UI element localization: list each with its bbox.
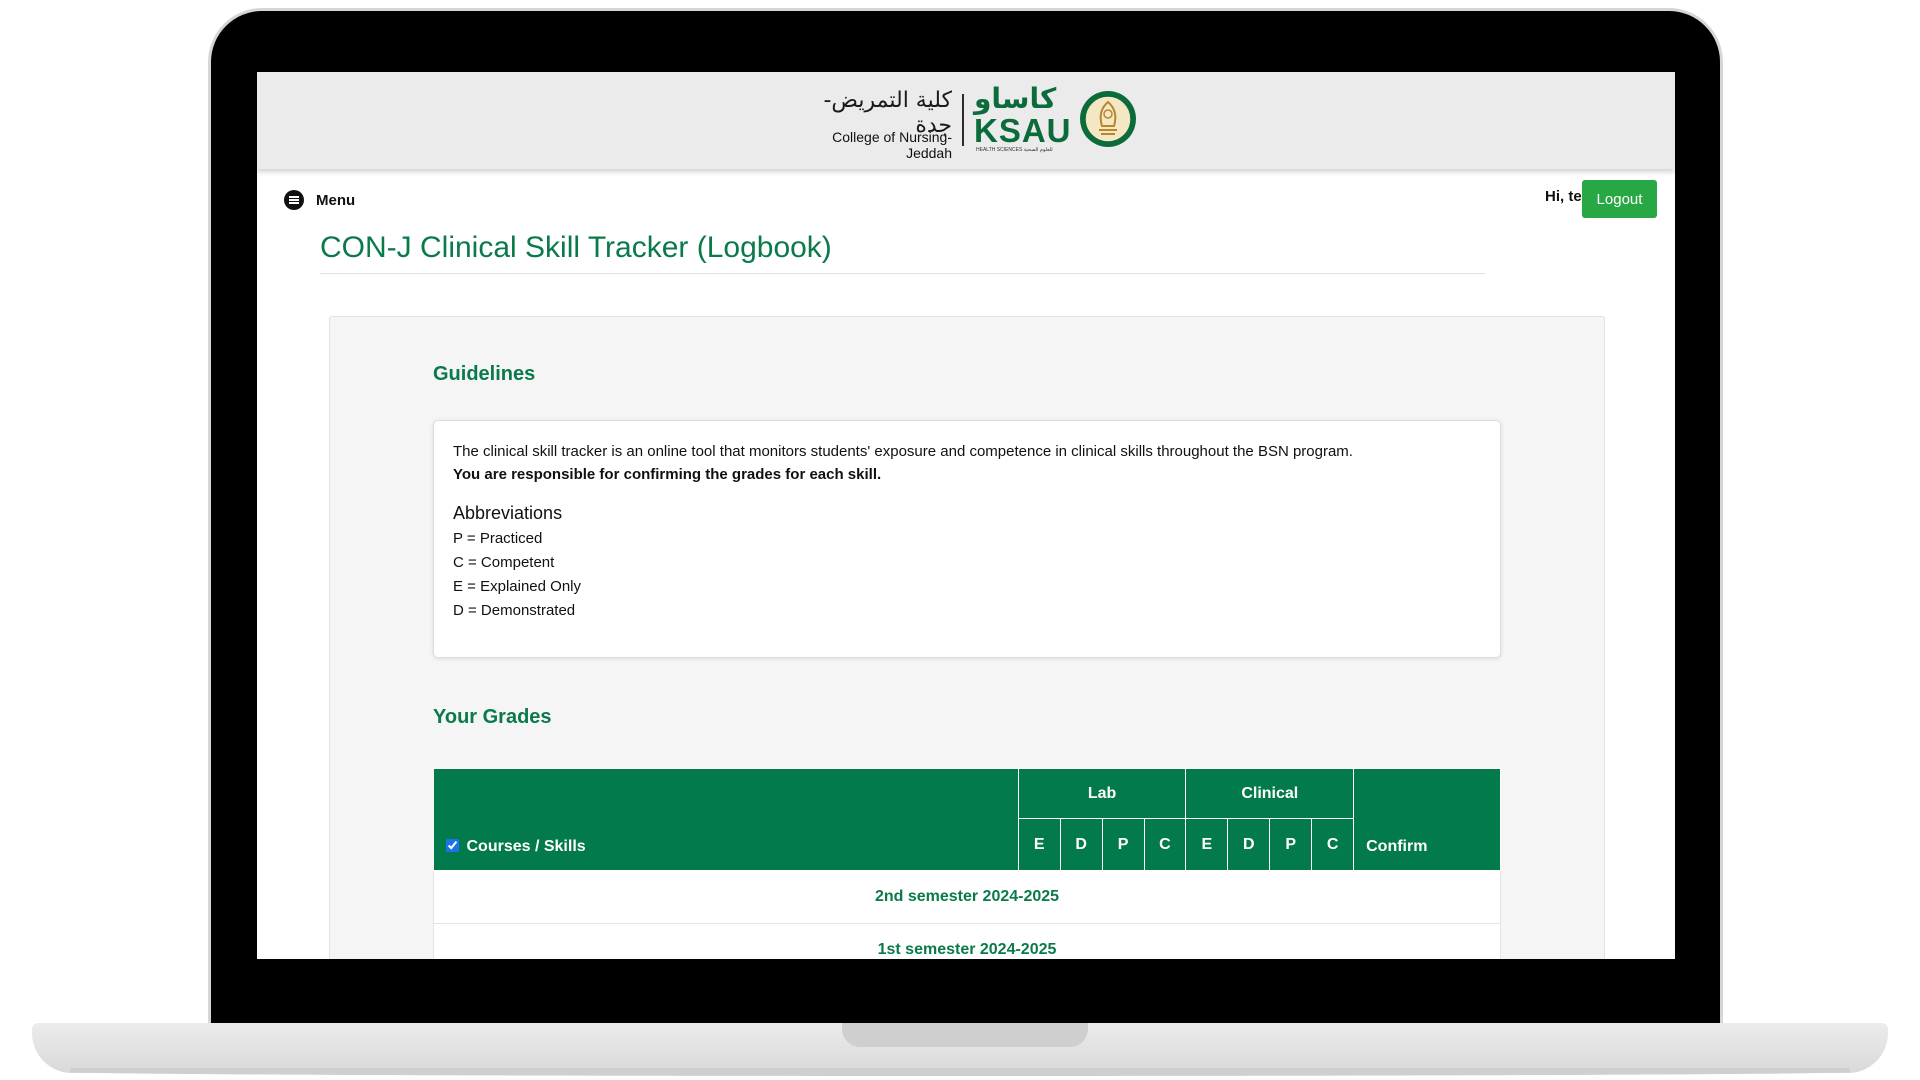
ksau-subtitle: HEALTH SCIENCES للعلوم الصحية	[976, 147, 1053, 153]
guidelines-intro: The clinical skill tracker is an online …	[453, 443, 1353, 460]
semester-label[interactable]: 1st semester 2024-2025	[433, 923, 1501, 959]
lab-c-header: C	[1143, 818, 1187, 871]
main-card: Guidelines The clinical skill tracker is…	[329, 316, 1605, 959]
lab-d-header: D	[1059, 818, 1103, 871]
laptop-notch	[842, 1023, 1088, 1047]
lab-e-header: E	[1017, 818, 1061, 871]
grades-heading: Your Grades	[433, 706, 552, 728]
menu-label: Menu	[316, 191, 356, 209]
title-divider	[320, 273, 1485, 274]
clinical-p-header: P	[1269, 818, 1313, 871]
browser-screen: كلية التمريض-جدة College of Nursing-Jedd…	[257, 72, 1675, 959]
guidelines-box: The clinical skill tracker is an online …	[433, 420, 1501, 658]
courses-skills-header: Courses / Skills	[433, 768, 1019, 871]
menu-button[interactable]: Menu	[284, 190, 355, 210]
ksau-arabic-wordmark: كاساو	[974, 82, 1057, 115]
page-title: CON-J Clinical Skill Tracker (Logbook)	[320, 231, 832, 264]
semester-row[interactable]: 1st semester 2024-2025	[433, 923, 1501, 959]
clinical-e-header: E	[1185, 818, 1229, 871]
logo-divider	[962, 94, 964, 146]
menu-icon	[284, 190, 304, 210]
select-all-checkbox[interactable]	[445, 839, 459, 852]
college-name-english: College of Nursing-Jeddah	[832, 129, 952, 161]
courses-skills-label: Courses / Skills	[466, 838, 586, 855]
abbreviation-item: D = Demonstrated	[453, 602, 576, 619]
guidelines-heading: Guidelines	[433, 363, 536, 385]
lab-header: Lab	[1017, 768, 1187, 819]
ksau-wordmark: KSAU	[974, 112, 1072, 149]
laptop-shadow	[70, 1068, 1850, 1076]
ksau-emblem-icon	[1080, 91, 1136, 147]
abbreviation-item: P = Practiced	[453, 530, 543, 547]
clinical-d-header: D	[1227, 818, 1271, 871]
logout-button[interactable]: Logout	[1582, 180, 1657, 218]
clinical-header: Clinical	[1185, 768, 1355, 819]
clinical-c-header: C	[1311, 818, 1355, 871]
abbreviation-item: C = Competent	[453, 554, 555, 571]
abbreviation-item: E = Explained Only	[453, 578, 581, 595]
header-banner: كلية التمريض-جدة College of Nursing-Jedd…	[257, 72, 1675, 169]
grades-table: Courses / Skills Lab Clinical Confirm E …	[433, 768, 1501, 959]
abbreviations-title: Abbreviations	[453, 503, 563, 523]
semester-label[interactable]: 2nd semester 2024-2025	[433, 870, 1501, 924]
guidelines-responsibility: You are responsible for confirming the g…	[453, 466, 882, 483]
confirm-header: Confirm	[1353, 768, 1501, 871]
lab-p-header: P	[1101, 818, 1145, 871]
semester-row[interactable]: 2nd semester 2024-2025	[433, 870, 1501, 924]
